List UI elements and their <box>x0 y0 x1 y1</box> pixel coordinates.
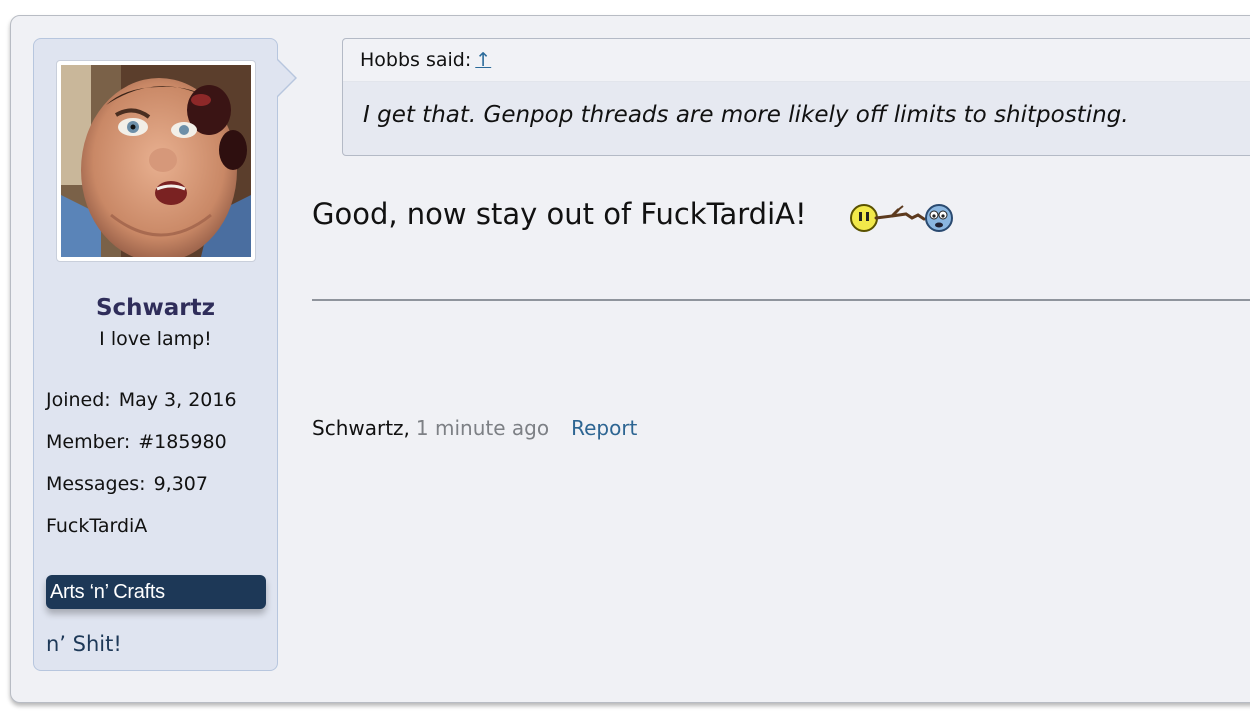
quote-header: Hobbs said: ↑ <box>343 39 1250 82</box>
avatar[interactable] <box>56 60 256 262</box>
quote-attribution: Hobbs said: ↑ <box>360 49 491 71</box>
stat-joined: Joined: May 3, 2016 <box>46 389 237 411</box>
post-author-link[interactable]: Schwartz, <box>312 416 410 440</box>
stat-member: Member: #185980 <box>46 431 227 453</box>
stat-label: Joined: <box>46 389 111 411</box>
smiley-kick-chain-icon <box>848 200 960 240</box>
post-message: Good, now stay out of FuckTardiA! <box>312 197 807 231</box>
jump-to-quote-icon[interactable]: ↑ <box>475 49 491 71</box>
stat-value: 9,307 <box>153 473 208 495</box>
user-group-banner: Arts ‘n’ Crafts <box>46 575 266 609</box>
stat-value: May 3, 2016 <box>118 389 237 411</box>
signature-divider <box>312 299 1250 301</box>
user-location: FuckTardiA <box>46 515 148 537</box>
panel-pointer-arrow <box>276 58 297 98</box>
user-title: I love lamp! <box>99 328 212 350</box>
post-timestamp[interactable]: 1 minute ago <box>416 416 549 440</box>
stat-label: Member: <box>46 431 131 453</box>
quote-author: Hobbs said: <box>360 49 472 71</box>
stat-value: #185980 <box>138 431 227 453</box>
quote-text: I get that. Genpop threads are more like… <box>363 102 1129 128</box>
user-extra-text: n’ Shit! <box>46 632 122 656</box>
username[interactable]: Schwartz <box>34 295 277 321</box>
report-link[interactable]: Report <box>571 416 637 440</box>
post-meta: Schwartz, 1 minute ago Report <box>312 416 637 440</box>
stat-messages: Messages: 9,307 <box>46 473 208 495</box>
quote-block: Hobbs said: ↑ I get that. Genpop threads … <box>342 38 1250 156</box>
avatar-image <box>61 65 251 257</box>
stat-label: Messages: <box>46 473 146 495</box>
